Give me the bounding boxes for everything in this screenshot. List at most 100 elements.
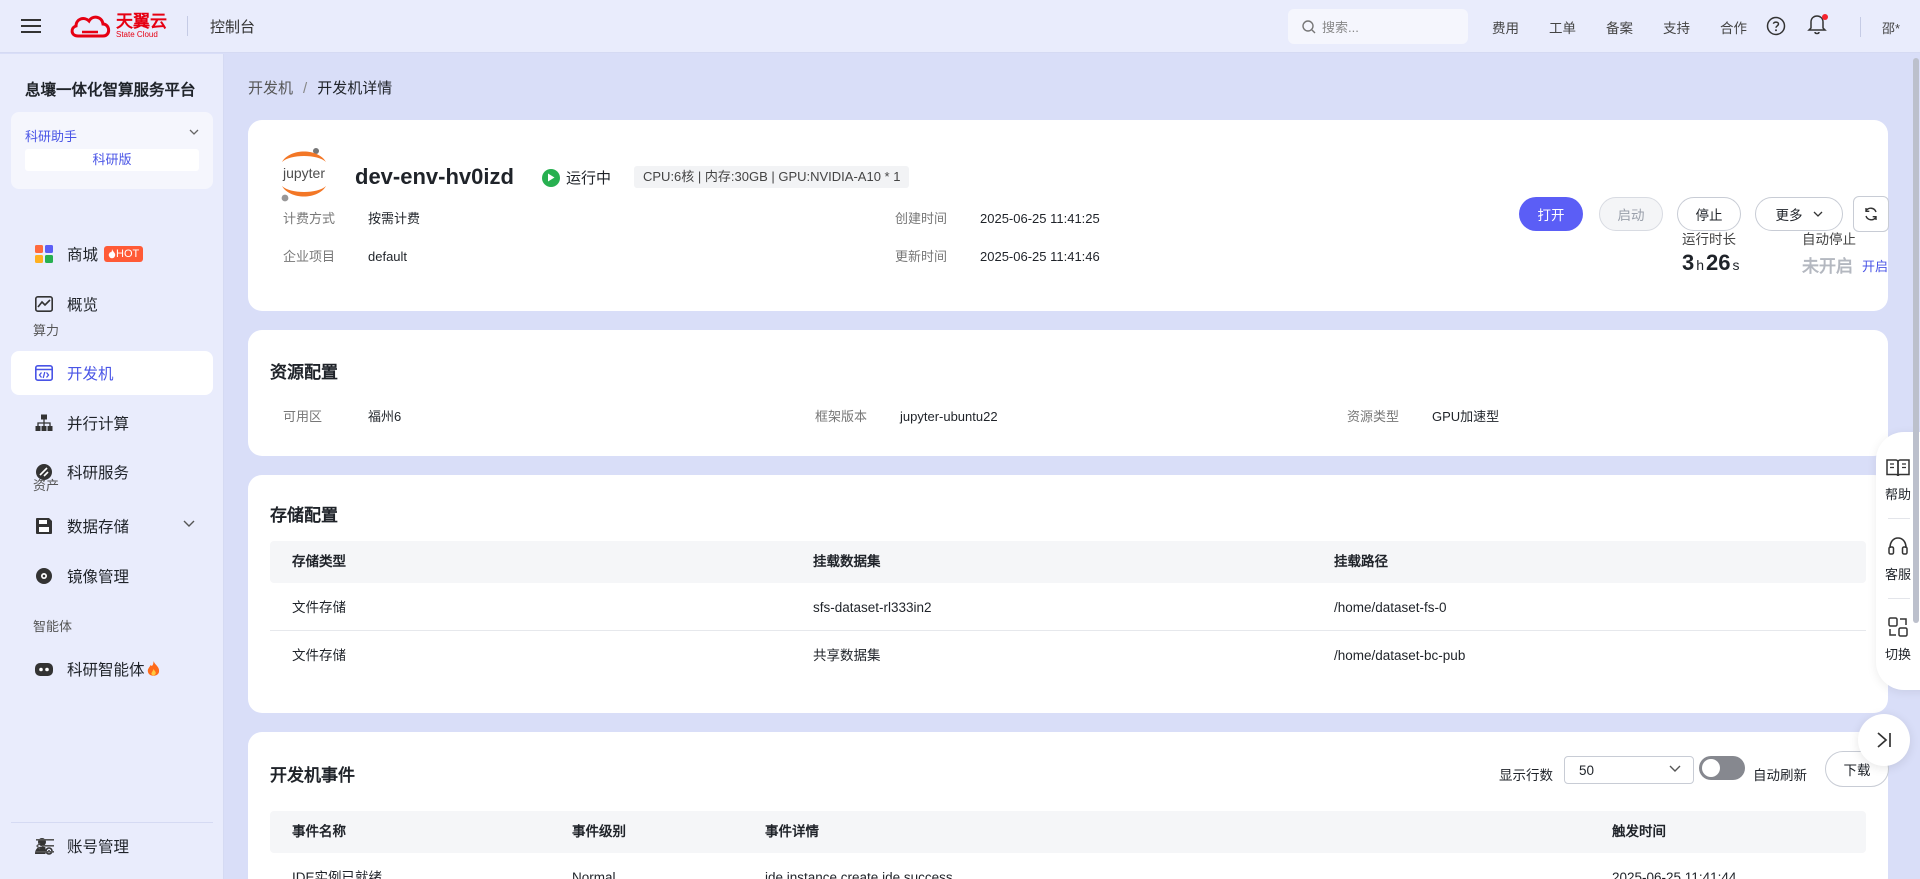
top-link-support[interactable]: 支持: [1663, 17, 1690, 37]
sidebar-item-label: 账号管理: [67, 839, 130, 856]
storage-title: 存储配置: [270, 506, 338, 525]
section-assets: 资产: [33, 478, 60, 493]
instance-card: jupyter dev-env-hv0izd 运行中 CPU:6核 | 内存:3…: [248, 120, 1889, 311]
auto-refresh-toggle[interactable]: [1699, 756, 1745, 780]
table-cell: /home/dataset-bc-pub: [1334, 648, 1466, 663]
chevron-down-icon: [189, 129, 199, 135]
project-label: 企业项目: [283, 249, 336, 264]
resource-type-value: GPU加速型: [1432, 409, 1500, 424]
resource-title: 资源配置: [270, 363, 338, 382]
section-agents: 智能体: [33, 619, 73, 634]
fire-icon: [147, 661, 159, 676]
sidebar-item-parallel[interactable]: 并行计算: [11, 401, 213, 445]
sidebar: 息壤一体化智算服务平台 科研助手 科研版 商城 HOT 概览 算力 开发机 并行…: [0, 54, 224, 879]
sidebar-item-label: 镜像管理: [67, 569, 130, 586]
table-row: IDE实例已就绪 Normal ide instance create ide …: [270, 853, 1866, 879]
runtime-hours: 3: [1682, 250, 1695, 275]
events-card: 开发机事件 显示行数 50 自动刷新 下载 事件名称 事件级别 事件详情 触发时…: [248, 732, 1889, 879]
help-circle-icon[interactable]: [1766, 16, 1786, 36]
switch-icon: [1888, 617, 1908, 637]
arrow-right-bar-icon: [1877, 732, 1891, 748]
search-icon: [1302, 19, 1316, 33]
collapse-sidebar-icon[interactable]: [36, 839, 54, 853]
column-header: 事件级别: [572, 824, 626, 839]
scrollbar-thumb[interactable]: [1913, 58, 1919, 623]
sidebar-item-label: 科研智能体: [67, 662, 145, 679]
resource-card: 资源配置 可用区 福州6 框架版本 jupyter-ubuntu22 资源类型 GPU…: [248, 330, 1888, 456]
rows-select[interactable]: 50: [1564, 756, 1694, 784]
billing-label: 计费方式: [283, 211, 336, 226]
logo-en-text: State Cloud: [116, 30, 158, 39]
resource-type-label: 资源类型: [1347, 409, 1400, 424]
column-header: 挂载路径: [1334, 554, 1388, 569]
rows-label: 显示行数: [1499, 768, 1553, 783]
tianyi-cloud-logo[interactable]: 天翼云 State Cloud: [68, 12, 167, 40]
autostop-enable-link[interactable]: 开启: [1862, 256, 1888, 275]
assistant-name: 科研助手: [25, 129, 78, 144]
column-header: 挂载数据集: [813, 554, 881, 569]
menu-icon[interactable]: [16, 11, 46, 41]
hot-badge-text: HOT: [116, 248, 140, 260]
fire-icon: [108, 249, 116, 259]
search-placeholder: 搜索...: [1322, 20, 1359, 35]
sidebar-item-label: 并行计算: [67, 416, 130, 433]
help-label: 帮助: [1884, 487, 1911, 502]
top-link-billing[interactable]: 费用: [1492, 17, 1519, 37]
top-icons: [1766, 13, 1828, 38]
more-button[interactable]: 更多: [1755, 197, 1843, 231]
breadcrumb-parent[interactable]: 开发机: [248, 80, 293, 97]
rows-select-value: 50: [1579, 762, 1595, 778]
top-link-filing[interactable]: 备案: [1606, 17, 1633, 37]
notification-dot: [1822, 14, 1828, 20]
platform-title: 息壤一体化智算服务平台: [25, 82, 196, 99]
sidebar-item-mall[interactable]: 商城 HOT: [11, 232, 213, 276]
user-name[interactable]: 邵*: [1882, 18, 1900, 37]
mall-icon: [34, 244, 54, 264]
events-title: 开发机事件: [270, 766, 355, 785]
table-header: 存储类型 挂载数据集 挂载路径: [270, 541, 1866, 583]
table-cell: 2025-06-25 11:41:44: [1612, 870, 1737, 879]
updated-label: 更新时间: [895, 249, 948, 264]
sidebar-item-label: 数据存储: [67, 519, 130, 536]
switch-button[interactable]: 切换: [1876, 616, 1920, 663]
headset-icon: [1888, 537, 1908, 555]
search-input[interactable]: 搜索...: [1288, 9, 1468, 44]
sidebar-item-data-storage[interactable]: 数据存储: [11, 504, 213, 548]
table-header: 事件名称 事件级别 事件详情 触发时间: [270, 811, 1866, 853]
billing-field: 计费方式 按需计费: [283, 208, 420, 227]
column-header: 事件名称: [292, 824, 346, 839]
table-cell: ide instance create ide success.: [765, 870, 957, 879]
assistant-selector[interactable]: 科研助手 科研版: [11, 112, 213, 189]
created-value: 2025-06-25 11:41:25: [980, 211, 1100, 226]
hot-badge: HOT: [104, 246, 144, 262]
sidebar-item-label: 科研服务: [67, 465, 130, 482]
resource-type-field: 资源类型 GPU加速型: [1347, 406, 1499, 425]
robot-icon: [34, 659, 54, 679]
panel-divider: [1888, 518, 1910, 519]
storage-table: 存储类型 挂载数据集 挂载路径 文件存储 sfs-dataset-rl333in…: [270, 541, 1866, 711]
start-button[interactable]: 启动: [1599, 197, 1663, 231]
stop-button[interactable]: 停止: [1677, 197, 1741, 231]
chevron-down-icon: [1813, 211, 1822, 217]
column-header: 事件详情: [765, 824, 819, 839]
top-link-ticket[interactable]: 工单: [1549, 17, 1576, 37]
framework-label: 框架版本: [815, 409, 868, 424]
sidebar-item-research-agent[interactable]: 科研智能体: [11, 647, 213, 691]
code-window-icon: [34, 363, 54, 383]
sidebar-item-devbox[interactable]: 开发机: [11, 351, 213, 395]
sidebar-item-label: 商城: [67, 247, 99, 264]
table-cell: Normal: [572, 870, 616, 879]
chevron-down-icon: [1669, 765, 1681, 772]
sidebar-item-image-management[interactable]: 镜像管理: [11, 554, 213, 598]
sidebar-item-label: 概览: [67, 297, 99, 314]
open-button[interactable]: 打开: [1519, 197, 1583, 231]
collapse-panel-button[interactable]: [1858, 714, 1910, 766]
refresh-button[interactable]: [1853, 196, 1889, 232]
top-link-partner[interactable]: 合作: [1720, 17, 1747, 37]
table-cell: 共享数据集: [813, 648, 881, 663]
autostop-label: 自动停止: [1802, 232, 1856, 247]
section-compute: 算力: [33, 323, 60, 338]
chart-icon: [34, 294, 54, 314]
console-link[interactable]: 控制台: [210, 16, 255, 37]
table-cell: 文件存储: [292, 600, 346, 615]
